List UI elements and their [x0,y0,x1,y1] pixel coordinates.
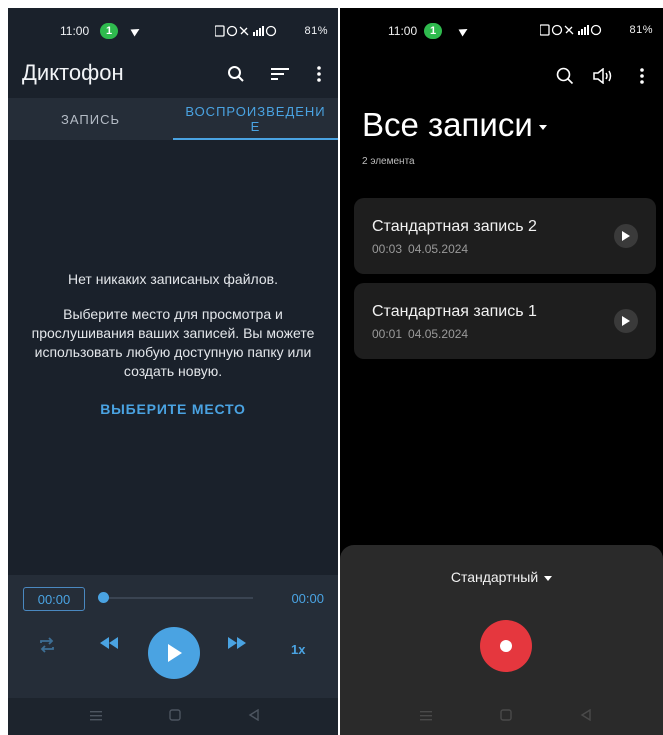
player-panel: 00:00 00:00 1x [8,575,338,698]
search-icon[interactable] [222,60,250,88]
nav-back-icon[interactable] [248,708,260,724]
more-vert-icon[interactable] [305,60,333,88]
recording-date: 04.05.2024 [408,327,469,341]
play-icon [622,231,630,241]
more-vert-icon[interactable] [628,62,656,90]
recording-date: 04.05.2024 [408,242,469,256]
search-icon[interactable] [551,62,579,90]
nav-back-icon[interactable] [580,708,592,724]
recording-card[interactable]: Стандартная запись 1 00:01 04.05.2024 [354,283,656,359]
status-bar: 11:00 1 81% [340,8,663,54]
status-battery: 81% [539,24,653,36]
app-bar: Диктофон [8,54,338,98]
recording-duration: 00:01 [372,327,403,341]
recording-card[interactable]: Стандартная запись 2 00:03 04.05.2024 [354,198,656,274]
nav-menu-icon[interactable] [90,708,102,724]
fast-forward-icon[interactable] [228,637,246,649]
page-title-label: Все записи [362,106,533,143]
recording-name: Стандартная запись 2 [372,218,537,235]
sort-icon[interactable] [266,60,294,88]
item-count: 2 элемента [362,156,415,167]
battery-percent: 81% [629,24,653,36]
rewind-icon[interactable] [100,637,118,649]
play-icon [168,644,182,662]
battery-percent: 81% [304,24,328,37]
play-recording-button[interactable] [614,224,638,248]
status-time: 11:00 [60,24,90,38]
recording-name: Стандартная запись 1 [372,303,537,320]
mode-label: Стандартный [450,569,539,585]
play-recording-button[interactable] [614,309,638,333]
nav-home-icon[interactable] [500,708,512,724]
recording-meta: 00:03 04.05.2024 [372,242,468,256]
tab-indicator [173,138,338,140]
status-icons [214,25,277,37]
choose-location-button[interactable]: ВЫБЕРИТЕ МЕСТО [8,401,338,417]
tab-playback[interactable]: ВОСПРОИЗВЕДЕНИ Е [173,98,338,140]
speed-button[interactable]: 1x [291,642,305,657]
seek-knob[interactable] [98,592,109,603]
recording-meta: 00:01 04.05.2024 [372,327,468,341]
record-icon [500,640,512,652]
play-icon [622,316,630,326]
empty-state: Нет никаких записаных файлов. Выберите м… [8,270,338,381]
current-time-display: 00:00 [23,587,85,611]
record-button[interactable] [480,620,532,672]
dropdown-caret-icon [538,124,547,130]
telegram-icon [458,25,470,37]
app-title: Диктофон [22,60,124,85]
page-title[interactable]: Все записи [362,106,547,144]
empty-message: Выберите место для просмотра и прослушив… [31,306,315,379]
system-nav-bar [8,698,338,735]
tab-playback-label-line1: ВОСПРОИЗВЕДЕНИ [185,104,326,119]
repeat-icon[interactable] [38,637,56,653]
status-time: 11:00 [388,24,418,38]
tab-bar: ЗАПИСЬ ВОСПРОИЗВЕДЕНИ Е [8,98,338,140]
status-icons [539,24,602,36]
status-pill: 1 [424,23,443,39]
empty-title: Нет никаких записаных файлов. [68,271,278,287]
nav-menu-icon[interactable] [420,708,432,724]
tab-record[interactable]: ЗАПИСЬ [8,98,173,140]
right-phone-screen: 11:00 1 81% Все записи 2 элемента Станда… [340,8,663,735]
status-battery: 81% [214,24,328,37]
tab-playback-label-line2: Е [250,119,261,134]
speaker-icon[interactable] [590,62,618,90]
nav-home-icon[interactable] [169,708,181,724]
telegram-icon [130,25,142,37]
left-phone-screen: 11:00 1 81% Диктофон ЗАПИСЬ ВОСПРОИЗВЕДЕ… [8,8,338,735]
recording-duration: 00:03 [372,242,403,256]
status-bar: 11:00 1 81% [8,8,338,54]
system-nav-bar [340,698,663,735]
mode-selector[interactable]: Стандартный [340,569,663,585]
dropdown-caret-icon [544,575,553,581]
end-time-display: 00:00 [291,591,324,606]
play-button[interactable] [148,627,200,679]
status-pill: 1 [100,23,119,39]
seek-bar[interactable] [103,597,253,599]
